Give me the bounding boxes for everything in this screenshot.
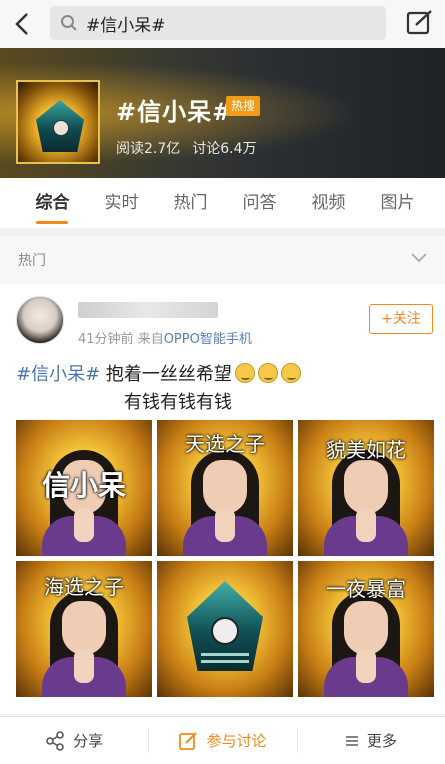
tab-hot[interactable]: 热门 [156,178,225,228]
topic-stats: 阅读2.7亿 讨论6.4万 [116,138,269,158]
grid-image-3[interactable]: 貌美如花 [298,420,434,556]
username-blurred[interactable] [78,302,218,318]
tab-realtime[interactable]: 实时 [87,178,156,228]
post-card: 41分钟前 来自OPPO智能手机 +关注 #信小呆# 抱着一丝丝希望 有钱有钱有… [0,284,445,714]
image-caption: 貌美如花 [326,438,406,462]
topic-banner: #信小呆# 热搜 阅读2.7亿 讨论6.4万 [0,48,445,178]
read-count: 阅读2.7亿 [116,141,181,157]
edit-icon [179,731,198,750]
share-icon [46,730,64,751]
smile-emoji-icon [234,363,255,383]
image-caption: 海选之子 [44,575,124,599]
compose-icon [406,10,432,35]
section-header[interactable]: 热门 [0,236,445,284]
smile-emoji-icon [257,363,278,383]
post-text-line1: #信小呆# 抱着一丝丝希望 [16,360,301,386]
post-source[interactable]: OPPO智能手机 [164,332,252,347]
tab-bar: 综合 实时 热门 问答 视频 图片 [0,178,445,228]
chevron-down-icon [411,253,427,263]
back-arrow-icon [15,13,28,35]
search-icon [61,15,77,31]
avatar[interactable] [16,296,64,344]
compose-button[interactable] [405,8,435,38]
post-hashtag[interactable]: #信小呆# [16,364,100,385]
post-source-prefix: 来自 [137,332,164,347]
section-label: 热门 [18,253,46,269]
discussion-count: 讨论6.4万 [192,141,257,157]
image-caption: 信小呆 [41,469,126,502]
tab-comprehensive[interactable]: 综合 [18,178,87,228]
post-meta: 41分钟前 来自OPPO智能手机 [78,328,252,347]
search-input[interactable]: #信小呆# [50,6,386,40]
post-time: 41分钟前 [78,332,134,347]
tab-qa[interactable]: 问答 [225,178,294,228]
discuss-button[interactable]: 参与讨论 [148,717,296,764]
grid-image-6[interactable]: 一夜暴富 [298,561,434,697]
share-button[interactable]: 分享 [0,717,148,764]
follow-button[interactable]: +关注 [369,304,433,334]
tab-images[interactable]: 图片 [363,178,432,228]
more-button[interactable]: 更多 [296,717,445,764]
menu-icon [345,735,358,746]
topic-title: #信小呆# [116,98,234,126]
grid-image-2[interactable]: 天选之子 [157,420,293,556]
image-caption: 一夜暴富 [326,577,406,601]
grid-image-1[interactable]: 信小呆 [16,420,152,556]
topic-thumbnail [16,80,100,164]
search-query: #信小呆# [86,15,166,36]
bottom-action-bar: 分享 参与讨论 更多 [0,716,445,764]
top-bar: #信小呆# [0,0,445,48]
grid-image-5[interactable] [157,561,293,697]
hot-badge: 热搜 [226,96,260,116]
smile-emoji-icon [280,363,301,383]
back-button[interactable] [0,0,44,48]
tab-video[interactable]: 视频 [294,178,363,228]
image-caption: 天选之子 [185,432,265,456]
image-grid: 信小呆 天选之子 貌美如花 海选之子 一夜暴富 [16,420,434,714]
grid-image-4[interactable]: 海选之子 [16,561,152,697]
post-text-line2: 有钱有钱有钱 [124,392,232,413]
